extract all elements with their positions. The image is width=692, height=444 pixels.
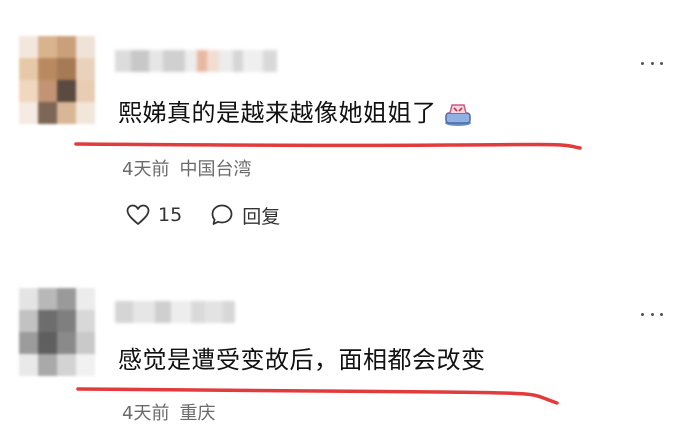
- speech-bubble-icon: [211, 204, 233, 225]
- comment-item: 熙娣真的是越来越像她姐姐了 4天前 中国台湾 15 回复: [0, 0, 692, 270]
- comment-location: 中国台湾: [179, 159, 252, 180]
- comment-actions: 15 回复: [126, 200, 280, 230]
- comment-item: 感觉是遭受变故后，面相都会改变 4天前 重庆: [0, 275, 692, 444]
- more-options-icon[interactable]: [637, 57, 667, 69]
- red-underline-annotation: [74, 142, 582, 150]
- username-blurred[interactable]: [115, 50, 277, 72]
- username-blurred[interactable]: [115, 301, 235, 323]
- avatar[interactable]: [19, 36, 95, 124]
- comment-location: 重庆: [179, 403, 216, 424]
- red-underline-annotation: [76, 387, 559, 405]
- comment-meta: 4天前 重庆: [122, 403, 215, 425]
- more-options-icon[interactable]: [637, 308, 667, 320]
- comment-text: 熙娣真的是越来越像她姐姐了: [118, 98, 473, 128]
- reply-button[interactable]: 回复: [210, 202, 280, 229]
- like-count: 15: [158, 204, 183, 226]
- comment-time: 4天前: [122, 403, 170, 424]
- comment-meta: 4天前 中国台湾: [122, 159, 251, 181]
- avatar[interactable]: [19, 288, 95, 376]
- crying-face-emoji-icon: [444, 104, 471, 126]
- like-button[interactable]: 15: [126, 204, 182, 226]
- reply-label: 回复: [242, 205, 281, 228]
- comment-time: 4天前: [122, 159, 170, 180]
- heart-icon: [126, 204, 150, 225]
- comment-text: 感觉是遭受变故后，面相都会改变: [118, 346, 486, 374]
